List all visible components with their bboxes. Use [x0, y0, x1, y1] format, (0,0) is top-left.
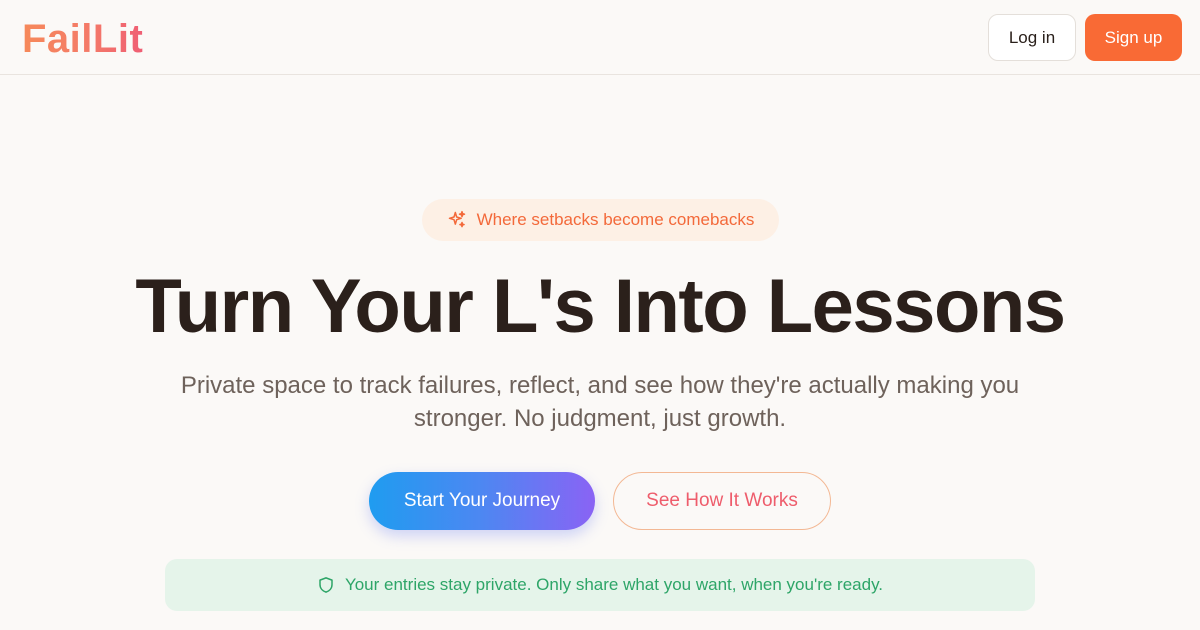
signup-button[interactable]: Sign up [1085, 14, 1182, 61]
sparkles-icon [447, 210, 467, 230]
privacy-notice: Your entries stay private. Only share wh… [165, 559, 1035, 611]
hero-title: Turn Your L's Into Lessons [135, 264, 1066, 349]
privacy-text: Your entries stay private. Only share wh… [344, 575, 884, 594]
hero-subtitle: Private space to track failures, reflect… [180, 372, 1020, 432]
login-button[interactable]: Log in [988, 14, 1076, 61]
start-journey-button[interactable]: Start Your Journey [369, 472, 595, 530]
tagline-badge: Where setbacks become comebacks [422, 199, 779, 241]
brand-logo[interactable]: FailLit [22, 15, 143, 63]
shield-icon [317, 576, 335, 594]
tagline-text: Where setbacks become comebacks [476, 210, 755, 229]
navbar: FailLit Log in Sign up [0, 0, 1200, 75]
see-how-it-works-button[interactable]: See How It Works [613, 472, 831, 530]
